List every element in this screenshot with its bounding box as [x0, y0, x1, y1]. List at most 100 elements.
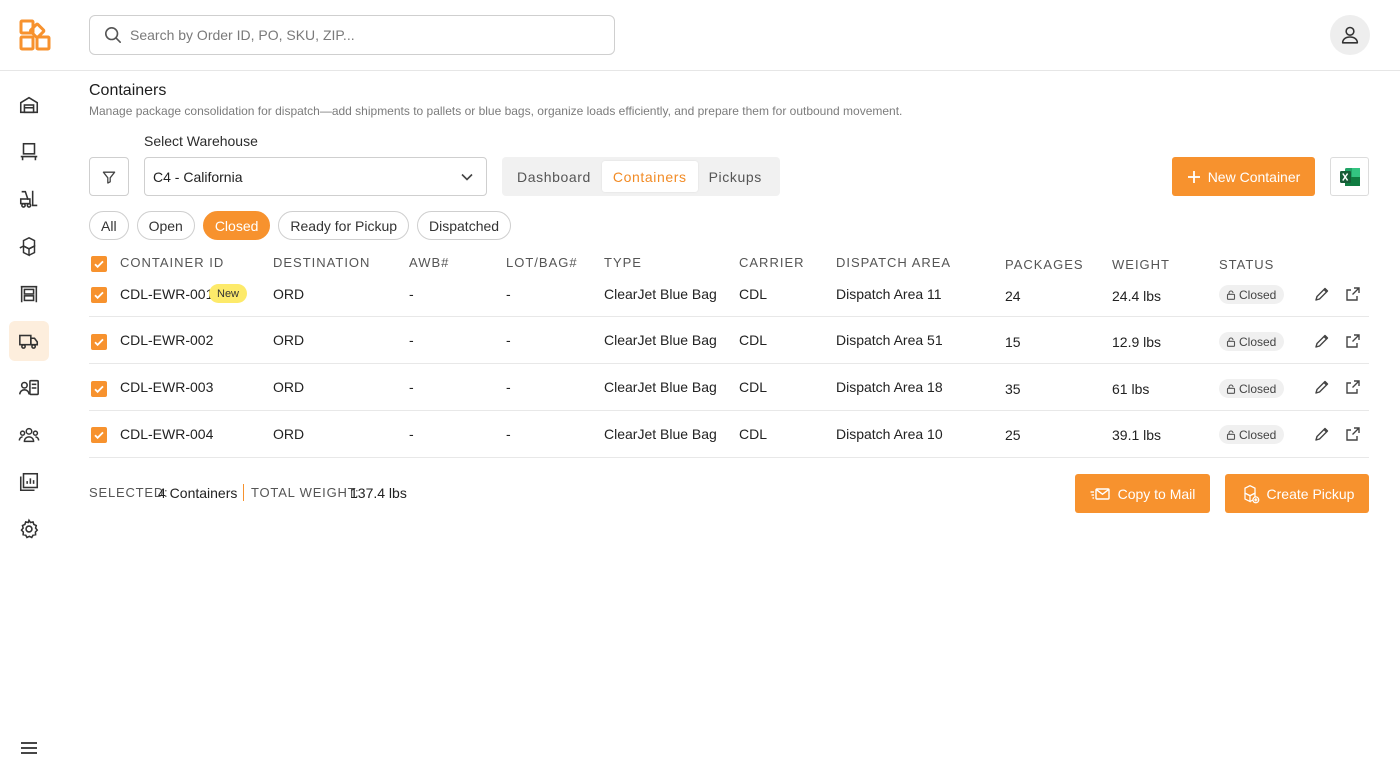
- storage-rack-icon: [20, 285, 38, 303]
- pencil-icon: [1315, 427, 1329, 441]
- col-type[interactable]: TYPE: [604, 255, 642, 270]
- external-link-icon: [1346, 427, 1360, 441]
- dispatch-area: Dispatch Area 51: [836, 332, 943, 348]
- row-checkbox[interactable]: [91, 287, 107, 303]
- edit-button[interactable]: [1313, 378, 1331, 396]
- weight: 24.4 lbs: [1112, 288, 1162, 304]
- dispatch-area: Dispatch Area 18: [836, 379, 943, 395]
- row-checkbox[interactable]: [91, 334, 107, 350]
- search-icon: [104, 26, 122, 44]
- export-excel-button[interactable]: [1330, 157, 1369, 196]
- sidebar-item-reports[interactable]: [9, 462, 49, 502]
- new-container-button[interactable]: New Container: [1172, 157, 1315, 196]
- copy-to-mail-button[interactable]: Copy to Mail: [1075, 474, 1210, 513]
- col-dispatch-area[interactable]: DISPATCH AREA: [836, 255, 951, 270]
- carrier: CDL: [739, 286, 768, 302]
- col-weight[interactable]: WEIGHT: [1112, 257, 1170, 272]
- top-header: [0, 0, 1400, 71]
- settings-icon: [20, 518, 39, 539]
- container-id[interactable]: CDL-EWR-003: [120, 379, 213, 395]
- filter-icon: [102, 171, 116, 184]
- tab-containers[interactable]: Containers: [601, 161, 698, 192]
- chip-closed[interactable]: Closed: [202, 211, 271, 240]
- check-icon: [94, 338, 104, 347]
- weight: 61 lbs: [1112, 381, 1150, 397]
- destination: ORD: [273, 379, 305, 395]
- app-logo-icon[interactable]: [18, 18, 52, 52]
- create-pickup-button[interactable]: Create Pickup: [1225, 474, 1369, 513]
- tab-pickups[interactable]: Pickups: [698, 161, 773, 192]
- selected-label: SELECTED:: [89, 485, 169, 500]
- sidebar-item-containers[interactable]: [9, 321, 49, 361]
- sidebar-item-team[interactable]: [9, 415, 49, 455]
- container-id[interactable]: CDL-EWR-001: [120, 286, 213, 302]
- create-pickup-label: Create Pickup: [1266, 485, 1355, 502]
- mail-icon: [1090, 487, 1110, 500]
- user-avatar[interactable]: [1330, 15, 1370, 55]
- col-container-id[interactable]: CONTAINER ID: [120, 255, 224, 270]
- packages: 35: [1005, 381, 1021, 397]
- chip-ready-for-pickup[interactable]: Ready for Pickup: [278, 211, 410, 240]
- warehouse-label: Select Warehouse: [144, 133, 258, 149]
- chip-open[interactable]: Open: [136, 211, 195, 240]
- sidebar-item-contacts[interactable]: [9, 368, 49, 408]
- open-external-button[interactable]: [1344, 425, 1362, 443]
- carrier: CDL: [739, 426, 768, 442]
- carrier: CDL: [739, 332, 768, 348]
- hamburger-menu-icon: [21, 742, 37, 754]
- col-status[interactable]: STATUS: [1219, 257, 1274, 272]
- sidebar-item-boxes[interactable]: [9, 227, 49, 267]
- edit-button[interactable]: [1313, 332, 1331, 350]
- row-checkbox[interactable]: [91, 381, 107, 397]
- sidebar-item-settings[interactable]: [9, 509, 49, 549]
- col-lot-bag[interactable]: LOT/BAG#: [506, 255, 578, 270]
- lot-bag: -: [506, 379, 511, 395]
- search-input[interactable]: [130, 27, 570, 43]
- open-external-button[interactable]: [1344, 332, 1362, 350]
- container-id[interactable]: CDL-EWR-002: [120, 332, 213, 348]
- container-type: ClearJet Blue Bag: [604, 286, 717, 302]
- open-external-button[interactable]: [1344, 378, 1362, 396]
- hamburger-menu-button[interactable]: [18, 737, 40, 759]
- contact-card-icon: [19, 379, 39, 396]
- warehouse-select[interactable]: C4 - California: [144, 157, 487, 196]
- check-icon: [94, 291, 104, 300]
- col-packages[interactable]: PACKAGES: [1005, 257, 1084, 272]
- chip-dispatched[interactable]: Dispatched: [417, 211, 512, 240]
- col-carrier[interactable]: CARRIER: [739, 255, 805, 270]
- sidebar-item-warehouse[interactable]: [9, 85, 49, 125]
- status-badge: Closed: [1219, 425, 1285, 444]
- search-box[interactable]: [89, 15, 615, 55]
- container-type: ClearJet Blue Bag: [604, 426, 717, 442]
- lock-icon: [1226, 289, 1236, 300]
- external-link-icon: [1346, 380, 1360, 394]
- col-destination[interactable]: DESTINATION: [273, 255, 370, 270]
- container-id[interactable]: CDL-EWR-004: [120, 426, 213, 442]
- sidebar-item-storage[interactable]: [9, 274, 49, 314]
- pencil-icon: [1315, 334, 1329, 348]
- check-icon: [94, 431, 104, 440]
- new-container-label: New Container: [1207, 168, 1301, 185]
- lock-icon: [1226, 429, 1236, 440]
- packages: 24: [1005, 288, 1021, 304]
- open-external-button[interactable]: [1344, 285, 1362, 303]
- boxes-icon: [19, 237, 36, 257]
- external-link-icon: [1346, 334, 1360, 348]
- tab-dashboard[interactable]: Dashboard: [506, 161, 602, 192]
- row-divider: [89, 316, 1369, 317]
- sidebar-item-forklift[interactable]: [9, 179, 49, 219]
- edit-button[interactable]: [1313, 425, 1331, 443]
- copy-to-mail-label: Copy to Mail: [1117, 485, 1196, 502]
- chip-all[interactable]: All: [89, 211, 129, 240]
- filter-button[interactable]: [89, 157, 129, 196]
- col-awb[interactable]: AWB#: [409, 255, 449, 270]
- sidebar-item-workstation[interactable]: [9, 132, 49, 172]
- pencil-icon: [1315, 287, 1329, 301]
- chevron-down-icon: [461, 173, 473, 181]
- select-all-checkbox[interactable]: [91, 256, 107, 272]
- row-checkbox[interactable]: [91, 427, 107, 443]
- boxes-pickup-icon: [1243, 484, 1259, 503]
- page-subtitle: Manage package consolidation for dispatc…: [89, 104, 903, 118]
- status-badge: Closed: [1219, 285, 1285, 304]
- edit-button[interactable]: [1313, 285, 1331, 303]
